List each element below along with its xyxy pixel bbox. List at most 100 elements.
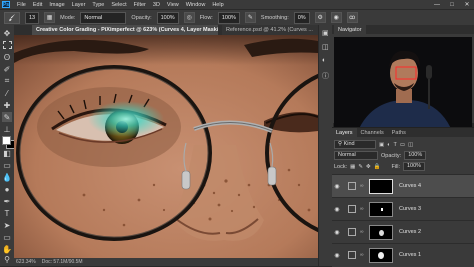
zoom-level[interactable]: 623.34%: [16, 259, 36, 265]
menu-view[interactable]: View: [167, 2, 179, 8]
menu-edit[interactable]: Edit: [33, 2, 42, 8]
link-icon[interactable]: ∞: [360, 252, 366, 258]
opacity-field[interactable]: 100%: [156, 11, 179, 24]
flow-field[interactable]: 100%: [217, 11, 240, 24]
blend-mode-select[interactable]: Normal: [334, 151, 378, 160]
options-bar: 13 ▦ Mode: Normal Opacity: 100% ◎ Flow: …: [0, 9, 474, 25]
layer-mask-thumbnail[interactable]: [369, 201, 393, 217]
curves-adjustment-icon[interactable]: [348, 228, 356, 236]
link-icon[interactable]: ∞: [360, 229, 366, 235]
filter-pixel-icon[interactable]: ▣: [379, 142, 384, 148]
curves-adjustment-icon[interactable]: [348, 205, 356, 213]
stamp-tool-icon[interactable]: ⊥: [2, 124, 12, 134]
lock-all-icon[interactable]: 🔒: [374, 164, 381, 170]
eraser-tool-icon[interactable]: ◧: [2, 148, 12, 158]
eye-icon[interactable]: ◉: [332, 206, 342, 213]
layer-row-curves-4[interactable]: ◉ ∞ Curves 4: [332, 174, 474, 197]
foreground-color-swatch[interactable]: [2, 136, 11, 145]
marquee-tool-icon[interactable]: [2, 40, 12, 50]
menu-layer[interactable]: Layer: [72, 2, 86, 8]
eye-icon[interactable]: ◉: [332, 252, 342, 259]
tab-channels[interactable]: Channels: [357, 128, 388, 137]
airbrush-button[interactable]: ✎: [244, 12, 256, 23]
link-icon[interactable]: ∞: [360, 206, 366, 212]
menu-window[interactable]: Window: [186, 2, 206, 8]
hand-tool-icon[interactable]: ✋: [2, 244, 12, 254]
filter-adjustment-icon[interactable]: ◐: [387, 142, 390, 148]
tab-creative-color-grading[interactable]: Creative Color Grading - PiXimperfect @ …: [32, 25, 218, 35]
close-button[interactable]: ✕: [460, 0, 474, 9]
mode-select[interactable]: Normal: [80, 11, 127, 24]
menu-image[interactable]: Image: [49, 2, 64, 8]
brush-settings-button[interactable]: ▦: [44, 12, 56, 23]
layer-fill-field[interactable]: 100%: [403, 162, 426, 171]
quick-select-tool-icon[interactable]: ✐: [2, 64, 12, 74]
crop-tool-icon[interactable]: ⌗: [2, 76, 12, 86]
pressure-opacity-button[interactable]: ◎: [183, 12, 195, 23]
history-panel-icon[interactable]: ▣: [322, 29, 329, 37]
menu-type[interactable]: Type: [92, 2, 104, 8]
type-tool-icon[interactable]: T: [2, 208, 12, 218]
document-canvas[interactable]: [14, 35, 318, 258]
adjustments-panel-icon[interactable]: ◐: [322, 57, 326, 64]
curves-adjustment-icon[interactable]: [348, 251, 356, 259]
filter-type-icon[interactable]: T: [394, 142, 397, 148]
layer-row-curves-3[interactable]: ◉ ∞ Curves 3: [332, 197, 474, 220]
move-tool-icon[interactable]: ✥: [2, 28, 12, 38]
filter-shape-icon[interactable]: ▭: [400, 142, 405, 148]
pen-tool-icon[interactable]: ✒: [2, 196, 12, 206]
layer-mask-thumbnail[interactable]: [369, 247, 393, 263]
lasso-tool-icon[interactable]: ʘ: [2, 52, 12, 62]
layer-mask-thumbnail[interactable]: [369, 178, 393, 194]
canvas-photo: [14, 35, 318, 258]
tab-paths[interactable]: Paths: [388, 128, 410, 137]
pressure-size-button[interactable]: ◉: [330, 12, 342, 23]
curves-adjustment-icon[interactable]: [348, 182, 356, 190]
menu-select[interactable]: Select: [111, 2, 126, 8]
layer-row-curves-1[interactable]: ◉ ∞ Curves 1: [332, 243, 474, 266]
path-select-icon[interactable]: ➤: [2, 220, 12, 230]
link-icon[interactable]: ∞: [360, 183, 366, 189]
layers-tab-bar: Layers Channels Paths: [332, 128, 474, 137]
eyedropper-tool-icon[interactable]: ⁄: [2, 88, 12, 98]
filter-smart-object-icon[interactable]: ◫: [408, 142, 413, 148]
symmetry-button[interactable]: ꝏ: [346, 12, 358, 23]
lock-transparent-icon[interactable]: ▦: [350, 164, 355, 170]
info-panel-icon[interactable]: ⓘ: [322, 71, 329, 81]
menu-filter[interactable]: Filter: [134, 2, 146, 8]
kind-filter-select[interactable]: ⚲ Kind: [334, 140, 376, 149]
navigator-tab[interactable]: Navigator: [334, 25, 366, 34]
status-bar: 623.34% Doc: 57.1M/90.5M: [14, 258, 318, 266]
layer-mask-thumbnail[interactable]: [369, 224, 393, 240]
shape-tool-icon[interactable]: ▭: [2, 232, 12, 242]
layer-name[interactable]: Curves 4: [399, 183, 421, 189]
eye-icon[interactable]: ◉: [332, 183, 342, 190]
tab-reference[interactable]: Reference.psd @ 41.2% (Curves ...: [222, 25, 326, 35]
layer-name[interactable]: Curves 3: [399, 206, 421, 212]
blur-tool-icon[interactable]: 💧: [2, 172, 12, 182]
minimize-button[interactable]: —: [430, 0, 444, 9]
properties-panel-icon[interactable]: ◫: [322, 43, 329, 51]
eye-icon[interactable]: ◉: [332, 229, 342, 236]
brush-tool-icon[interactable]: ✎: [2, 112, 12, 122]
smoothing-settings-button[interactable]: ⚙: [314, 12, 326, 23]
menu-3d[interactable]: 3D: [153, 2, 160, 8]
layer-row-curves-2[interactable]: ◉ ∞ Curves 2: [332, 220, 474, 243]
layer-name[interactable]: Curves 1: [399, 252, 421, 258]
lock-position-icon[interactable]: ✥: [366, 164, 371, 170]
tab-layers[interactable]: Layers: [332, 128, 357, 137]
layer-opacity-field[interactable]: 100%: [404, 151, 427, 160]
menu-file[interactable]: File: [17, 2, 26, 8]
brush-preset-picker[interactable]: [4, 11, 20, 24]
menu-help[interactable]: Help: [212, 2, 223, 8]
dodge-tool-icon[interactable]: ●: [2, 184, 12, 194]
maximize-button[interactable]: □: [445, 0, 459, 9]
layer-name[interactable]: Curves 2: [399, 229, 421, 235]
zoom-tool-icon[interactable]: ⚲: [2, 254, 12, 264]
lock-pixels-icon[interactable]: ✎: [358, 164, 363, 170]
brush-size-field[interactable]: 13: [25, 11, 40, 24]
smoothing-label: Smoothing:: [260, 14, 289, 21]
healing-brush-icon[interactable]: ✚: [2, 100, 12, 110]
gradient-tool-icon[interactable]: ▭: [2, 160, 12, 170]
smoothing-field[interactable]: 0%: [293, 11, 310, 24]
